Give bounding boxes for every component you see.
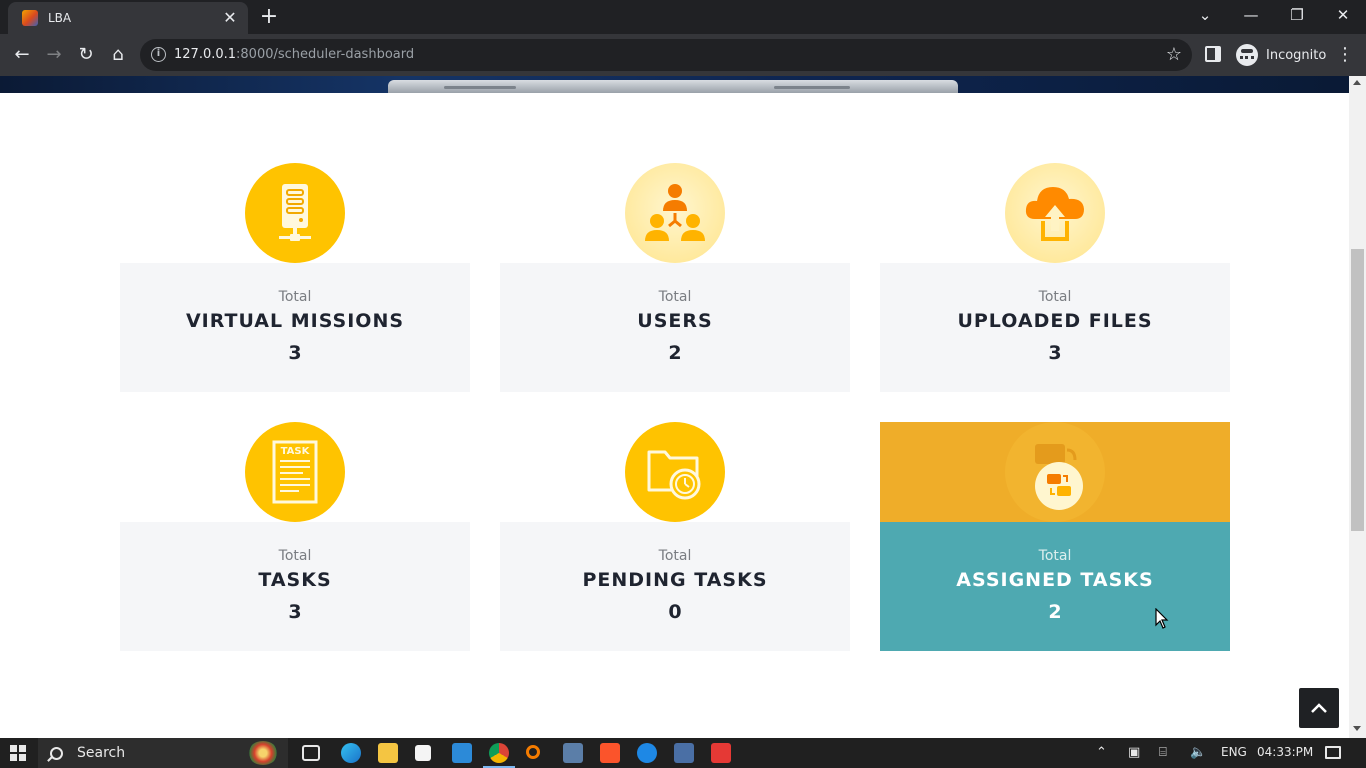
card-body: Total TASKS 3 [120,522,470,651]
task-icon-label: TASK [281,446,311,457]
zalo-icon[interactable] [637,743,657,763]
mouse-cursor-icon [1155,608,1169,629]
back-arrow-icon[interactable]: ← [11,44,33,66]
browser-toolbar: ← → ↻ ⌂ i 127.0.0.1:8000/scheduler-dashb… [0,34,1366,76]
reload-icon[interactable]: ↻ [75,44,97,66]
card-value: 3 [288,342,302,364]
card-value: 3 [1048,342,1062,364]
search-highlight-icon [248,741,278,765]
window-close-icon[interactable]: ✕ [1330,4,1356,26]
app-icon-red-grid[interactable] [415,745,431,761]
stat-card-tasks[interactable]: Total TASKS 3 TASK [120,422,470,651]
card-kicker: Total [658,289,692,305]
incognito-indicator[interactable]: Incognito [1232,40,1336,70]
tab-title: LBA [48,11,72,25]
browser-menu-icon[interactable]: ⋮ [1336,44,1354,66]
address-url[interactable]: 127.0.0.1:8000/scheduler-dashboard [174,47,414,62]
edge-browser-icon[interactable] [341,743,361,763]
remote-desktop-icon[interactable] [563,743,583,763]
side-panel-icon[interactable] [1205,46,1221,62]
incognito-label: Incognito [1266,47,1327,63]
tab-search-chevron-icon[interactable]: ⌄ [1192,4,1218,26]
close-tab-icon[interactable]: ✕ [222,10,238,26]
stat-card-assigned-tasks[interactable]: Total ASSIGNED TASKS 2 [880,422,1230,651]
brave-browser-icon[interactable] [600,743,620,763]
windows-start-icon[interactable] [10,745,26,761]
windows-taskbar: Search ⌃ ▣ ⌸ 🔈 ENG 04:33:PM [0,738,1366,768]
server-icon [245,163,345,263]
card-kicker: Total [278,289,312,305]
taskbar-search[interactable]: Search [38,738,288,768]
task-view-icon[interactable] [302,745,320,761]
bookmark-star-icon[interactable]: ☆ [1166,44,1182,65]
card-kicker: Total [658,548,692,564]
card-kicker: Total [1038,548,1072,564]
card-value: 0 [668,601,682,623]
stat-card-virtual-missions[interactable]: Total VIRTUAL MISSIONS 3 [120,163,470,392]
card-value: 2 [1048,601,1062,623]
home-icon[interactable]: ⌂ [107,44,129,66]
card-title: UPLOADED FILES [957,310,1153,332]
hero-device-image [388,80,958,93]
card-body: Total VIRTUAL MISSIONS 3 [120,263,470,392]
card-title: TASKS [258,569,332,591]
card-body: Total ASSIGNED TASKS 2 [880,522,1230,651]
users-network-icon [625,163,725,263]
assign-transfer-icon [1005,422,1105,522]
card-value: 3 [288,601,302,623]
meet-now-icon[interactable]: ▣ [1128,744,1140,762]
browser-tab-bar: LBA ✕ + ⌄ — ❐ ✕ [0,0,1366,34]
new-tab-icon[interactable]: + [258,6,280,28]
restore-icon[interactable]: ❐ [1284,4,1310,26]
card-body: Total UPLOADED FILES 3 [880,263,1230,392]
scroll-up-arrow-icon[interactable] [1353,80,1361,85]
minimize-icon[interactable]: — [1238,4,1264,26]
scroll-down-arrow-icon[interactable] [1353,726,1361,731]
input-language[interactable]: ENG [1221,745,1247,759]
back-to-top-button[interactable] [1299,688,1339,728]
search-icon [50,746,63,760]
incognito-icon [1236,44,1258,66]
forward-arrow-icon[interactable]: → [43,44,65,66]
stat-card-uploaded-files[interactable]: Total UPLOADED FILES 3 [880,163,1230,392]
page-viewport: Total VIRTUAL MISSIONS 3 Total USERS 2 T… [0,76,1349,738]
chrome-icon[interactable] [483,743,515,768]
volume-icon[interactable]: 🔈 [1190,744,1206,762]
file-explorer-icon[interactable] [378,743,398,763]
card-title: PENDING TASKS [582,569,768,591]
network-icon[interactable]: ⌸ [1159,744,1167,762]
card-kicker: Total [278,548,312,564]
site-info-icon[interactable]: i [151,47,166,62]
monitor-app-icon[interactable] [674,743,694,763]
card-title: VIRTUAL MISSIONS [185,310,405,332]
search-app-icon[interactable] [526,745,540,759]
vscode-icon[interactable] [452,743,472,763]
card-kicker: Total [1038,289,1072,305]
hero-banner [0,76,1349,93]
tray-expand-icon[interactable]: ⌃ [1096,744,1107,762]
taskbar-search-label: Search [77,745,126,761]
browser-tab[interactable]: LBA ✕ [8,2,248,34]
chevron-up-icon [1311,703,1327,713]
cloud-upload-icon [1005,163,1105,263]
card-body: Total PENDING TASKS 0 [500,522,850,651]
site-favicon-icon [22,10,38,26]
card-body: Total USERS 2 [500,263,850,392]
stat-card-users[interactable]: Total USERS 2 [500,163,850,392]
anydesk-icon[interactable] [711,743,731,763]
taskbar-clock[interactable]: 04:33:PM [1257,745,1313,759]
notifications-icon[interactable] [1325,746,1341,759]
card-value: 2 [668,342,682,364]
scrollbar-thumb[interactable] [1351,249,1364,531]
card-title: USERS [637,310,713,332]
card-title: ASSIGNED TASKS [956,569,1154,591]
task-document-icon: TASK [245,422,345,522]
address-bar[interactable]: i 127.0.0.1:8000/scheduler-dashboard ☆ [140,39,1192,71]
folder-clock-icon [625,422,725,522]
page-scrollbar[interactable] [1349,76,1366,738]
stat-card-pending-tasks[interactable]: Total PENDING TASKS 0 [500,422,850,651]
